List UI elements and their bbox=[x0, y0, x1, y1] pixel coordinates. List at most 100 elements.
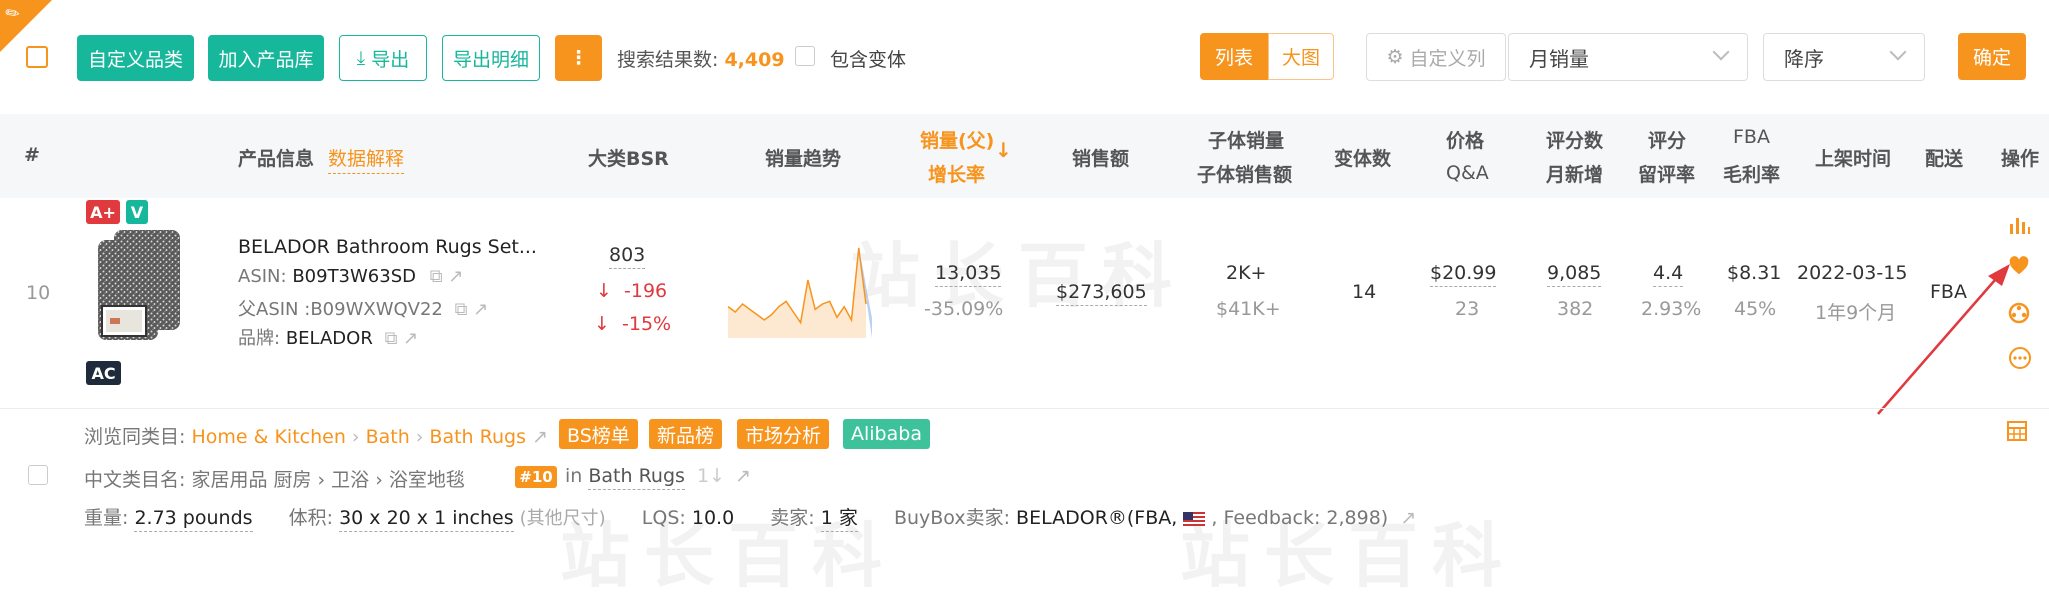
col-variants[interactable]: 变体数 bbox=[1334, 144, 1391, 171]
price-value[interactable]: $20.99 bbox=[1430, 262, 1497, 287]
fba-fee-value[interactable]: $8.31 bbox=[1727, 262, 1781, 284]
col-review-rate: 留评率 bbox=[1638, 164, 1696, 186]
v-badge: V bbox=[126, 200, 148, 224]
chevron-down-icon bbox=[1889, 43, 1907, 61]
col-bsr[interactable]: 大类BSR bbox=[588, 144, 669, 171]
size-other-link[interactable]: (其他尺寸) bbox=[520, 508, 606, 529]
row-divider bbox=[0, 408, 2049, 409]
alibaba-tag[interactable]: Alibaba bbox=[843, 419, 930, 449]
sort-order-select[interactable]: 降序 bbox=[1763, 33, 1925, 81]
bsr-change-pct: ↓ -15% bbox=[594, 313, 671, 335]
browse-label: 浏览同类目: bbox=[84, 426, 186, 448]
custom-columns-button[interactable]: ⚙ 自定义列 bbox=[1366, 33, 1506, 81]
add-library-button[interactable]: 加入产品库 bbox=[208, 35, 324, 81]
external-link-icon[interactable]: ↗ bbox=[735, 465, 751, 487]
col-index: # bbox=[24, 144, 40, 166]
size-value: 30 x 20 x 1 inches bbox=[339, 507, 514, 532]
col-listed[interactable]: 上架时间 bbox=[1815, 144, 1891, 171]
variants-value[interactable]: 14 bbox=[1352, 281, 1376, 303]
sales-trend-chart[interactable] bbox=[728, 238, 876, 342]
col-rating[interactable]: 评分 bbox=[1648, 126, 1686, 153]
col-sales-parent[interactable]: 销量(父) bbox=[920, 126, 994, 153]
size-label: 体积: bbox=[288, 507, 334, 529]
grid-view-tab[interactable]: 大图 bbox=[1268, 33, 1334, 80]
bsr-value[interactable]: 803 bbox=[609, 244, 646, 269]
asin-value: B09T3W63SD bbox=[292, 266, 417, 287]
more-button[interactable]: ⋮ bbox=[555, 35, 602, 81]
revenue-value[interactable]: $273,605 bbox=[1056, 281, 1147, 306]
custom-category-button[interactable]: 自定义品类 bbox=[77, 35, 194, 81]
export-detail-button[interactable]: 导出明细 bbox=[442, 35, 540, 81]
market-analysis-tag[interactable]: 市场分析 bbox=[737, 419, 830, 449]
aplus-badge: A+ bbox=[86, 200, 120, 224]
breadcrumb-home-kitchen[interactable]: Home & Kitchen bbox=[191, 426, 345, 448]
sort-order-value: 降序 bbox=[1784, 46, 1824, 71]
col-monthly-new: 月新增 bbox=[1546, 164, 1604, 186]
download-icon: ⤓ bbox=[356, 47, 366, 69]
col-revenue[interactable]: 销售额 bbox=[1072, 144, 1129, 171]
rating-value[interactable]: 4.4 bbox=[1653, 262, 1684, 287]
feedback-value: , Feedback: 2,898) bbox=[1211, 507, 1389, 529]
result-count-text: 搜索结果数: 4,409 bbox=[617, 45, 785, 72]
cn-category-label: 中文类目名: bbox=[84, 469, 186, 491]
sort-arrow-icon: ↓ bbox=[995, 138, 1012, 162]
list-view-tab[interactable]: 列表 bbox=[1200, 33, 1268, 80]
us-flag-icon bbox=[1183, 511, 1206, 526]
copy-icon[interactable]: ⧉ bbox=[385, 328, 398, 349]
new-list-tag[interactable]: 新品榜 bbox=[649, 419, 723, 449]
select-all-checkbox[interactable] bbox=[26, 46, 48, 68]
cn-category-value: 家居用品 厨房 › 卫浴 › 浴室地毯 bbox=[191, 469, 465, 491]
rank-category[interactable]: Bath Rugs bbox=[588, 465, 685, 490]
col-ratings[interactable]: 评分数 bbox=[1546, 126, 1603, 153]
sellers-value[interactable]: 1 家 bbox=[820, 507, 858, 532]
rank-badge: #10 bbox=[515, 466, 557, 488]
sort-field-value: 月销量 bbox=[1529, 46, 1589, 71]
copy-icon[interactable]: ⧉ bbox=[455, 299, 468, 320]
calculator-icon[interactable] bbox=[2006, 420, 2028, 448]
breadcrumb-bath-rugs[interactable]: Bath Rugs bbox=[429, 426, 526, 448]
ratings-value[interactable]: 9,085 bbox=[1547, 262, 1602, 287]
child-sales-value: 2K+ bbox=[1226, 262, 1267, 284]
copy-icon[interactable]: ⧉ bbox=[430, 266, 443, 287]
external-link-icon[interactable]: ↗ bbox=[473, 299, 488, 320]
ac-badge: AC bbox=[86, 361, 121, 385]
result-label: 搜索结果数: bbox=[617, 49, 719, 71]
asin-row: ASIN: B09T3W63SD ⧉ ↗ bbox=[238, 266, 463, 287]
breadcrumb-bath[interactable]: Bath bbox=[366, 426, 410, 448]
product-title[interactable]: BELADOR Bathroom Rugs Set... bbox=[238, 236, 537, 258]
trend-area bbox=[728, 248, 866, 338]
sort-field-select[interactable]: 月销量 bbox=[1508, 33, 1748, 81]
row-checkbox[interactable] bbox=[28, 465, 48, 485]
export-button[interactable]: ⤓ 导出 bbox=[339, 35, 427, 81]
col-action: 操作 bbox=[2001, 148, 2040, 170]
margin-value: 45% bbox=[1734, 298, 1777, 320]
spec-row: 重量: 2.73 pounds 体积: 30 x 20 x 1 inches (… bbox=[84, 503, 1416, 532]
custom-columns-label: 自定义列 bbox=[1409, 47, 1486, 70]
brand-label: 品牌: bbox=[238, 328, 281, 349]
bsr-change-value: -196 bbox=[624, 280, 668, 302]
sales-value[interactable]: 13,035 bbox=[935, 262, 1002, 287]
col-price[interactable]: 价格 bbox=[1446, 126, 1484, 153]
include-variants-checkbox[interactable] bbox=[795, 46, 815, 66]
bar-chart-icon[interactable] bbox=[2008, 214, 2030, 242]
external-link-icon[interactable]: ↗ bbox=[448, 266, 463, 287]
bs-list-tag[interactable]: BS榜单 bbox=[559, 419, 638, 449]
result-count: 4,409 bbox=[724, 49, 785, 71]
lqs-value: 10.0 bbox=[691, 507, 735, 529]
col-child-sales: 子体销量 bbox=[1208, 130, 1285, 152]
external-link-icon[interactable]: ↗ bbox=[532, 426, 548, 448]
product-image[interactable] bbox=[96, 228, 186, 344]
browse-category-row: 浏览同类目: Home & Kitchen › Bath › Bath Rugs… bbox=[84, 422, 548, 449]
col-child-revenue: 子体销售额 bbox=[1197, 164, 1293, 186]
confirm-button[interactable]: 确定 bbox=[1958, 33, 2026, 80]
asin-label: ASIN: bbox=[238, 266, 287, 287]
export-label: 导出 bbox=[371, 48, 410, 71]
child-revenue-value: $41K+ bbox=[1216, 298, 1281, 320]
external-link-icon[interactable]: ↗ bbox=[1400, 507, 1416, 529]
rank-trend: 1↓ bbox=[696, 465, 725, 487]
external-link-icon[interactable]: ↗ bbox=[403, 328, 418, 349]
data-explain-link[interactable]: 数据解释 bbox=[328, 144, 405, 174]
qa-value: 23 bbox=[1455, 298, 1480, 320]
buybox-label: BuyBox卖家: bbox=[893, 507, 1010, 529]
col-growth[interactable]: 增长率 bbox=[928, 160, 985, 187]
